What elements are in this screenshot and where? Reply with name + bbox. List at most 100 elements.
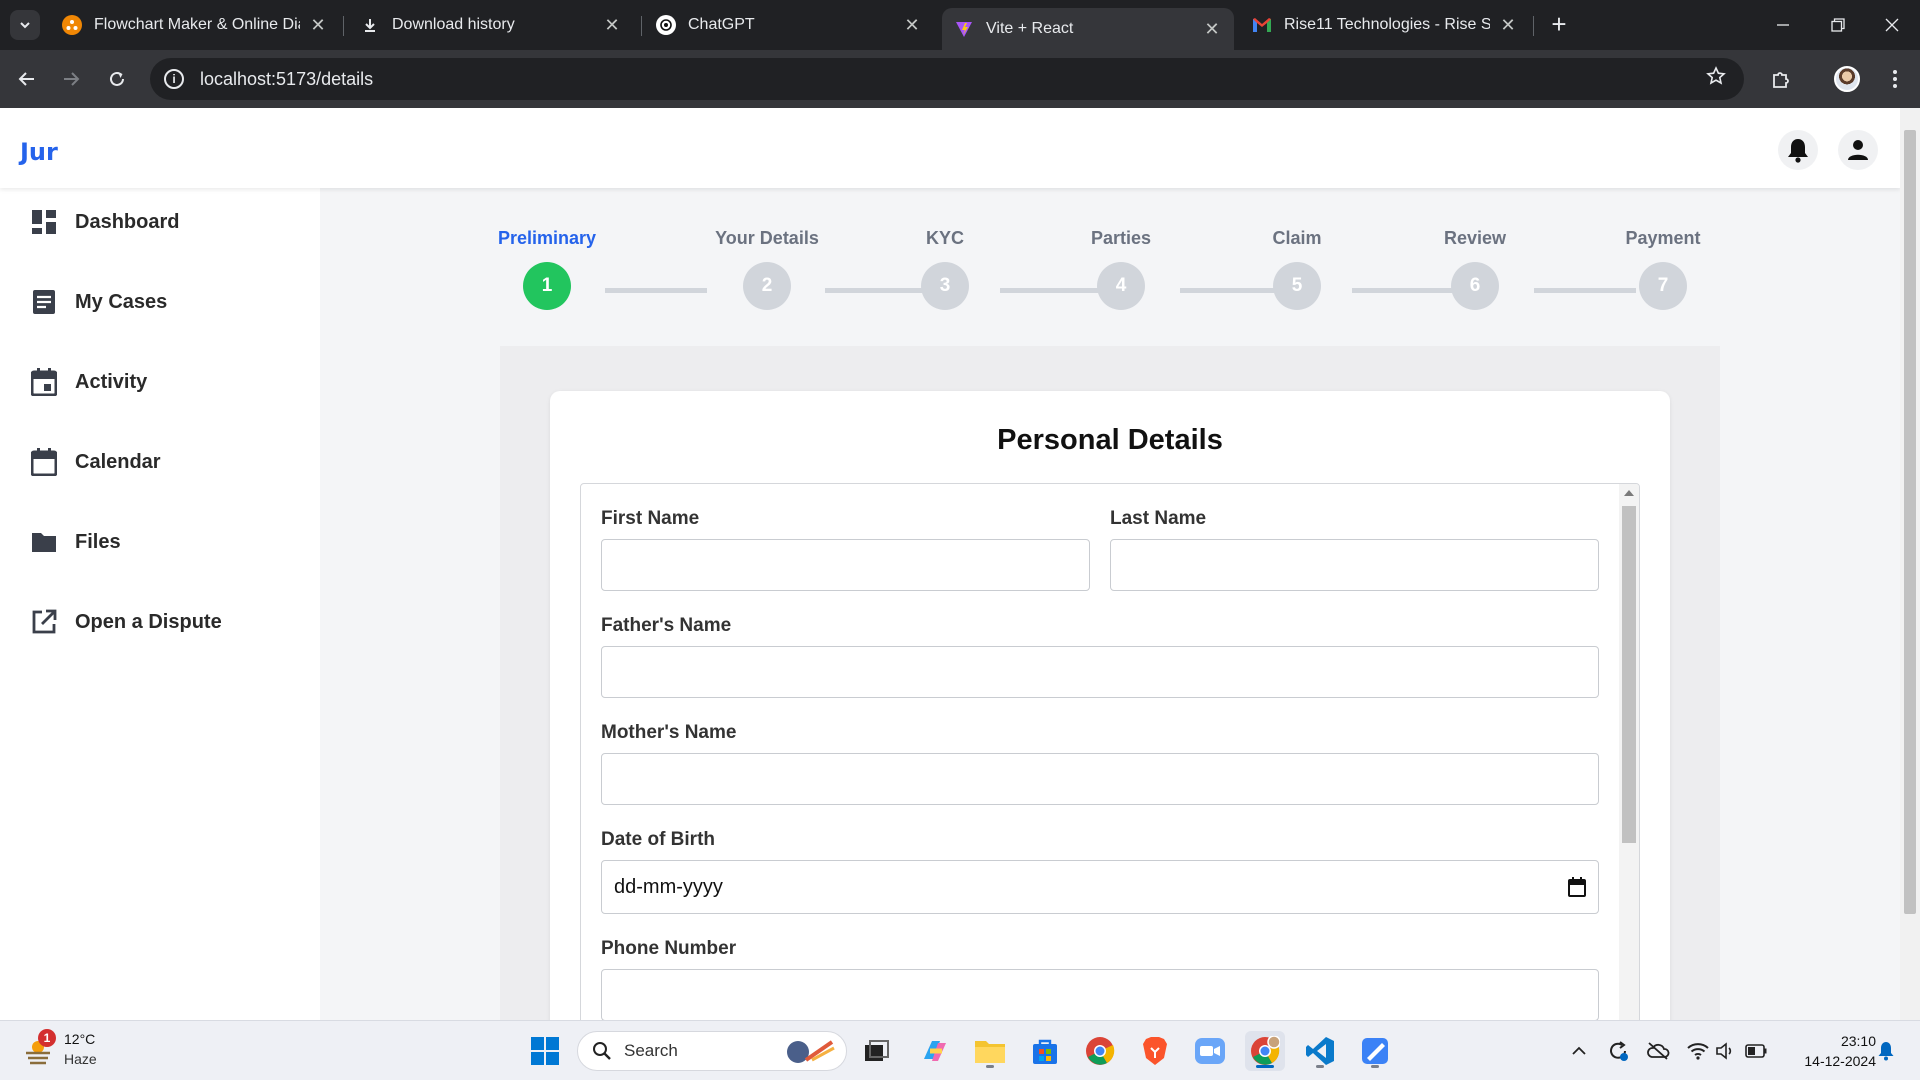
tab-gmail[interactable]: Rise11 Technologies - Rise Spar ✕ [1240,8,1530,42]
chrome-icon [1251,1036,1280,1065]
close-icon[interactable]: ✕ [1202,19,1222,40]
tab-chatgpt[interactable]: ChatGPT ✕ [644,8,934,42]
sync-tray-icon[interactable] [1604,1031,1632,1071]
file-explorer-app[interactable] [970,1031,1010,1071]
sidebar-item-activity[interactable]: Activity [30,362,147,402]
phone-label: Phone Number [601,938,737,959]
taskbar-search[interactable]: Search [577,1031,847,1071]
close-icon[interactable]: ✕ [602,15,622,36]
first-name-field[interactable] [601,539,1090,591]
clock-date: 14-12-2024 [1804,1053,1876,1069]
vscode-app[interactable] [1300,1031,1340,1071]
info-icon[interactable]: i [164,69,184,89]
step-label: Claim [1272,228,1322,248]
sidebar-item-calendar[interactable]: Calendar [30,442,161,482]
step-kyc[interactable]: KYC 3 [875,228,1015,310]
forward-button[interactable] [56,64,86,94]
copilot-app[interactable] [915,1031,955,1071]
app-logo[interactable]: Jur [20,138,58,166]
tab-flowchart[interactable]: Flowchart Maker & Online Diag ✕ [50,8,340,42]
scroll-up-arrow-icon[interactable] [1624,490,1634,496]
restore-icon [1831,18,1845,32]
battery-tray-icon[interactable] [1742,1031,1770,1071]
form-title: Personal Details [997,424,1223,456]
vscode-icon [1306,1037,1334,1065]
step-payment[interactable]: Payment 7 [1593,228,1733,310]
tab-download-history[interactable]: Download history ✕ [348,8,634,42]
document-icon [30,288,58,316]
volume-tray-icon[interactable] [1712,1031,1740,1071]
step-parties[interactable]: Parties 4 [1051,228,1191,310]
search-icon [593,1042,611,1060]
browser-menu-button[interactable] [1880,64,1910,94]
running-indicator [986,1065,994,1068]
wifi-tray-icon[interactable] [1684,1031,1712,1071]
notifications-button[interactable] [1778,130,1818,170]
step-label: Parties [1090,228,1152,248]
tab-separator [641,16,642,36]
store-icon [1033,1039,1057,1064]
chrome-app[interactable] [1080,1031,1120,1071]
close-window-button[interactable] [1864,0,1920,50]
copilot-icon [924,1041,946,1061]
task-view-button[interactable] [857,1031,897,1071]
first-name-label: First Name [601,508,700,529]
zoom-app[interactable] [1190,1031,1230,1071]
back-button[interactable] [12,64,42,94]
step-your-details[interactable]: Your Details 2 [697,228,837,310]
notification-center-button[interactable] [1872,1031,1900,1071]
tab-search-button[interactable] [10,10,40,40]
form-scrollbar[interactable] [1619,484,1639,1020]
tab-vite-react[interactable]: Vite + React ✕ [942,8,1234,50]
last-name-field[interactable] [1110,539,1599,591]
sidebar-item-my-cases[interactable]: My Cases [30,282,167,322]
account-button[interactable] [1838,130,1878,170]
extensions-button[interactable] [1766,64,1796,94]
address-bar[interactable]: i localhost:5173/details [150,58,1744,100]
speaker-icon [1716,1042,1732,1060]
step-review[interactable]: Review 6 [1405,228,1545,310]
sidebar-item-open-dispute[interactable]: Open a Dispute [30,602,222,642]
restore-button[interactable] [1810,0,1866,50]
chrome-profile-app[interactable] [1245,1031,1285,1071]
mother-name-field[interactable] [601,753,1599,805]
app-header: Jur [0,108,1900,188]
step-claim[interactable]: Claim 5 [1227,228,1367,310]
dob-field[interactable]: dd-mm-yyyy [601,860,1599,914]
close-icon[interactable]: ✕ [902,15,922,36]
running-indicator [1371,1065,1379,1068]
chevron-down-icon [20,22,30,29]
sidebar-item-files[interactable]: Files [30,522,121,562]
brave-app[interactable] [1135,1031,1175,1071]
chatgpt-icon [656,15,676,35]
start-button[interactable] [525,1031,565,1071]
page-scrollbar[interactable] [1900,108,1920,1020]
phone-field[interactable] [601,969,1599,1020]
minimize-button[interactable] [1755,0,1811,50]
father-name-label: Father's Name [601,615,732,636]
form-scrollbar-thumb[interactable] [1622,506,1636,843]
calendar-picker-icon[interactable] [1568,877,1586,903]
close-icon[interactable]: ✕ [1498,15,1518,36]
bookmark-star-icon[interactable] [1706,66,1726,92]
sidebar-item-label: Calendar [75,450,161,473]
reload-button[interactable] [102,64,132,94]
father-name-field[interactable] [601,646,1599,698]
onedrive-tray-icon[interactable] [1644,1031,1672,1071]
sidebar-item-dashboard[interactable]: Dashboard [30,202,179,242]
step-preliminary[interactable]: Preliminary 1 [477,228,617,310]
system-clock[interactable]: 23:10 14-12-2024 [1780,1031,1876,1071]
microsoft-store-app[interactable] [1025,1031,1065,1071]
profile-button[interactable] [1832,64,1862,94]
form-scroll-area[interactable]: First Name Last Name Father's Name Mothe… [580,483,1640,1020]
new-tab-button[interactable]: + [1544,10,1574,40]
step-label: KYC [925,228,964,248]
photos-app[interactable] [1355,1031,1395,1071]
show-hidden-icons-button[interactable] [1566,1031,1592,1071]
page-scrollbar-thumb[interactable] [1904,130,1916,914]
tab-title: Download history [392,16,515,33]
close-icon[interactable]: ✕ [308,15,328,36]
last-name-label: Last Name [1110,508,1207,529]
tab-title: Vite + React [986,20,1074,37]
weather-widget[interactable]: 1 12°C Haze [22,1029,122,1073]
